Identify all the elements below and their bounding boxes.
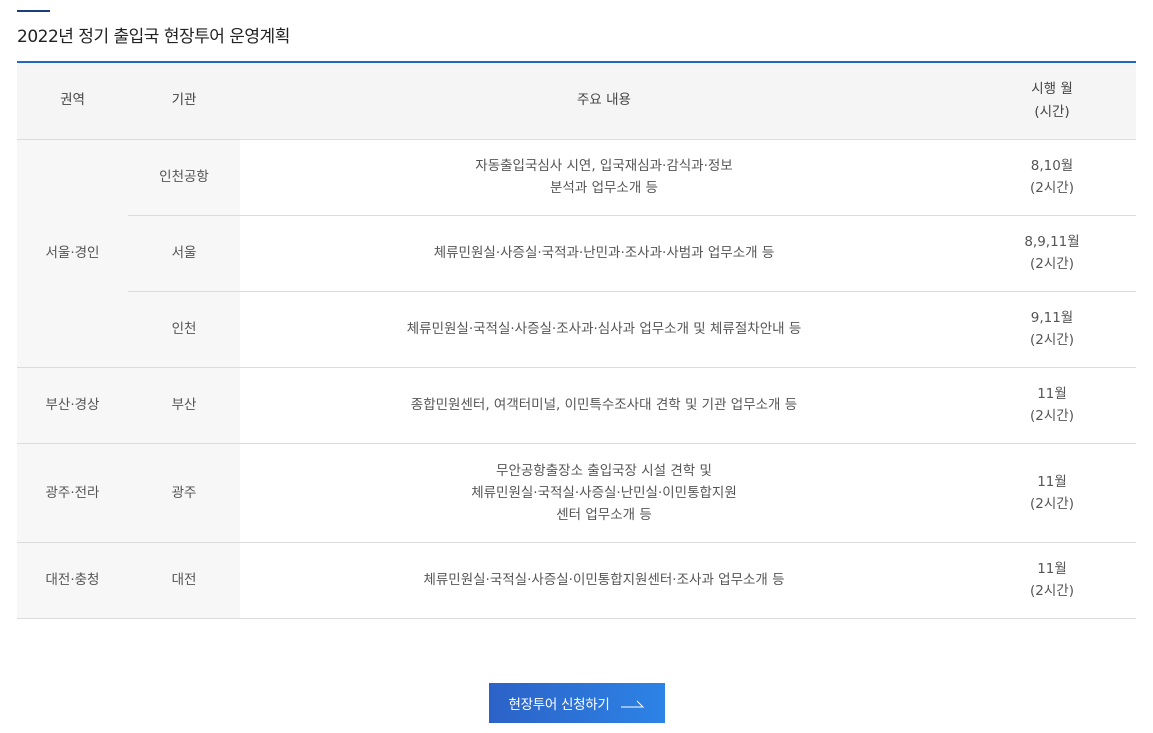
- table-row: 서울 체류민원실·사증실·국적과·난민과·조사과·사범과 업무소개 등 8,9,…: [17, 215, 1136, 292]
- hours-value: (2시간): [1030, 332, 1074, 348]
- agency-cell: 서울: [128, 215, 240, 292]
- content-cell: 체류민원실·국적실·사증실·조사과·심사과 업무소개 및 체류절차안내 등: [240, 291, 968, 368]
- content-line: 분석과 업무소개 등: [550, 180, 658, 196]
- arrow-right-icon: [621, 700, 645, 708]
- content-line: 체류민원실·사증실·국적과·난민과·조사과·사범과 업무소개 등: [433, 245, 775, 261]
- content-line: 체류민원실·국적실·사증실·난민실·이민통합지원: [471, 484, 737, 501]
- month-cell: 11월 (2시간): [968, 367, 1136, 444]
- region-cell: 서울·경인: [17, 139, 128, 368]
- region-cell: 부산·경상: [17, 367, 128, 444]
- content-cell: 무안공항출장소 출입국장 시설 견학 및 체류민원실·국적실·사증실·난민실·이…: [240, 443, 968, 543]
- region-cell: 대전·충청: [17, 542, 128, 619]
- agency-cell: 부산: [128, 367, 240, 444]
- hours-value: (2시간): [1030, 495, 1074, 512]
- table-header-row: 권역 기관 주요 내용 시행 월 (시간): [17, 61, 1136, 140]
- agency-cell: 대전: [128, 542, 240, 619]
- agency-cell: 인천: [128, 291, 240, 368]
- table-row: 부산·경상 부산 종합민원센터, 여객터미널, 이민특수조사대 견학 및 기관 …: [17, 367, 1136, 444]
- month-value: 11월: [1037, 561, 1067, 577]
- tour-plan-table: 권역 기관 주요 내용 시행 월 (시간) 서울·경인 인천공항 자동출입국심사…: [17, 61, 1136, 619]
- content-cell: 체류민원실·사증실·국적과·난민과·조사과·사범과 업무소개 등: [240, 215, 968, 292]
- month-value: 11월: [1037, 473, 1067, 490]
- hours-value: (2시간): [1030, 256, 1074, 272]
- title-accent-bar: [17, 10, 50, 12]
- content-line: 자동출입국심사 시연, 입국재심과·감식과·정보: [475, 158, 733, 174]
- header-region: 권역: [17, 61, 128, 140]
- apply-tour-button[interactable]: 현장투어 신청하기: [489, 683, 665, 723]
- agency-cell: 인천공항: [128, 139, 240, 216]
- apply-tour-button-label: 현장투어 신청하기: [508, 697, 610, 713]
- content-line: 센터 업무소개 등: [556, 506, 652, 523]
- region-cell: 광주·전라: [17, 443, 128, 543]
- month-cell: 9,11월 (2시간): [968, 291, 1136, 368]
- content-cell: 종합민원센터, 여객터미널, 이민특수조사대 견학 및 기관 업무소개 등: [240, 367, 968, 444]
- page-title: 2022년 정기 출입국 현장투어 운영계획: [17, 27, 290, 47]
- month-value: 11월: [1037, 386, 1067, 402]
- month-cell: 8,10월 (2시간): [968, 139, 1136, 216]
- table-row: 인천 체류민원실·국적실·사증실·조사과·심사과 업무소개 및 체류절차안내 등…: [17, 291, 1136, 368]
- month-value: 8,10월: [1030, 158, 1074, 174]
- content-line: 체류민원실·국적실·사증실·이민통합지원센터·조사과 업무소개 등: [423, 572, 785, 588]
- hours-value: (2시간): [1030, 408, 1074, 424]
- header-agency: 기관: [128, 61, 240, 140]
- table-row: 광주·전라 광주 무안공항출장소 출입국장 시설 견학 및 체류민원실·국적실·…: [17, 443, 1136, 543]
- header-month: 시행 월 (시간): [968, 61, 1136, 140]
- header-month-label: 시행 월: [1031, 80, 1073, 97]
- month-value: 9,11월: [1030, 310, 1074, 326]
- content-cell: 체류민원실·국적실·사증실·이민통합지원센터·조사과 업무소개 등: [240, 542, 968, 619]
- month-value: 8,9,11월: [1024, 234, 1080, 250]
- table-row: 대전·충청 대전 체류민원실·국적실·사증실·이민통합지원센터·조사과 업무소개…: [17, 542, 1136, 619]
- content-line: 무안공항출장소 출입국장 시설 견학 및: [496, 462, 712, 479]
- header-hours-label: (시간): [1034, 103, 1070, 120]
- table-row: 서울·경인 인천공항 자동출입국심사 시연, 입국재심과·감식과·정보 분석과 …: [17, 139, 1136, 368]
- agency-cell: 광주: [128, 443, 240, 543]
- content-line: 체류민원실·국적실·사증실·조사과·심사과 업무소개 및 체류절차안내 등: [406, 321, 802, 337]
- header-content: 주요 내용: [240, 61, 968, 140]
- content-cell: 자동출입국심사 시연, 입국재심과·감식과·정보 분석과 업무소개 등: [240, 139, 968, 216]
- content-line: 종합민원센터, 여객터미널, 이민특수조사대 견학 및 기관 업무소개 등: [410, 397, 798, 413]
- hours-value: (2시간): [1030, 180, 1074, 196]
- month-cell: 8,9,11월 (2시간): [968, 215, 1136, 292]
- hours-value: (2시간): [1030, 583, 1074, 599]
- month-cell: 11월 (2시간): [968, 443, 1136, 543]
- month-cell: 11월 (2시간): [968, 542, 1136, 619]
